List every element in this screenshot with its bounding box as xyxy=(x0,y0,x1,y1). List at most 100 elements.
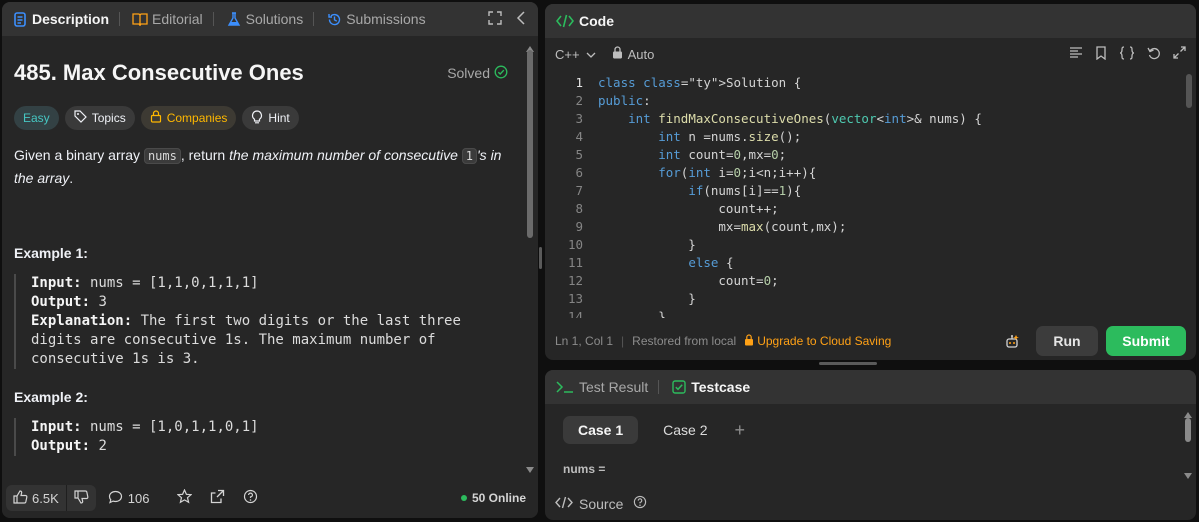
code-editor[interactable]: 1 class class="ty">Solution {2 public: 3 in… xyxy=(545,74,1180,318)
line-number: 7 xyxy=(575,183,583,198)
tab-testcase[interactable]: Testcase xyxy=(661,370,754,404)
dislike-button[interactable] xyxy=(67,485,96,511)
comment-count: 106 xyxy=(127,490,150,506)
statement-italic: the maximum number of consecutive xyxy=(229,147,462,163)
example-2-block: Input: nums = [1,0,1,1,0,1] Output: 2 xyxy=(14,418,514,456)
code-line[interactable]: 6 for(int i=0;i<n;i++){ xyxy=(545,164,1180,182)
code-text[interactable]: int n =nums.size(); xyxy=(583,128,801,146)
scroll-thumb[interactable] xyxy=(1186,74,1192,108)
share-button[interactable] xyxy=(210,489,225,507)
editor-scrollbar[interactable] xyxy=(1184,74,1194,318)
tab-code[interactable]: Code xyxy=(545,4,618,38)
tag-icon xyxy=(74,110,87,126)
tab-editorial-label: Editorial xyxy=(152,11,203,27)
code-line[interactable]: 4 int n =nums.size(); xyxy=(545,128,1180,146)
language-value: C++ xyxy=(555,46,580,62)
bookmark-icon[interactable] xyxy=(1095,45,1107,63)
code-text[interactable]: count++; xyxy=(583,200,778,218)
upgrade-link[interactable]: Upgrade to Cloud Saving xyxy=(744,333,891,349)
description-scrollbar[interactable] xyxy=(524,38,536,478)
tab-editorial[interactable]: Editorial xyxy=(122,2,207,36)
question-circle-icon[interactable] xyxy=(633,495,647,512)
code-text[interactable]: count=0; xyxy=(583,272,778,290)
code-line[interactable]: 1 class class="ty">Solution { xyxy=(545,74,1180,92)
code-text[interactable]: } xyxy=(583,308,666,318)
restore-status: Restored from local xyxy=(632,334,737,348)
solved-status: Solved xyxy=(447,65,514,82)
code-text[interactable]: mx=max(count,mx); xyxy=(583,218,846,236)
code-line[interactable]: 2 public: xyxy=(545,92,1180,110)
problem-statement: Given a binary array nums, return the ma… xyxy=(14,144,514,189)
run-button[interactable]: Run xyxy=(1036,326,1098,356)
vertical-resize-handle[interactable] xyxy=(539,247,542,269)
code-text[interactable]: public: xyxy=(583,92,651,110)
line-number: 14 xyxy=(567,309,583,318)
submit-button[interactable]: Submit xyxy=(1106,326,1186,356)
comments-button[interactable]: 106 xyxy=(108,490,150,507)
lightbulb-icon xyxy=(251,109,263,127)
editor-toolbar: C++ Auto xyxy=(545,38,1196,70)
line-number: 8 xyxy=(575,201,583,216)
vote-group: 6.5K xyxy=(6,485,96,511)
code-text[interactable]: for(int i=0;i<n;i++){ xyxy=(583,164,816,182)
hint-tag[interactable]: Hint xyxy=(242,106,299,130)
tab-solutions[interactable]: Solutions xyxy=(216,2,308,36)
braces-icon[interactable] xyxy=(1119,45,1135,63)
code-line[interactable]: 9 mx=max(count,mx); xyxy=(545,218,1180,236)
code-text[interactable]: } xyxy=(583,236,696,254)
help-button[interactable] xyxy=(243,489,258,507)
output-label: Output: xyxy=(31,438,91,454)
expand-icon[interactable] xyxy=(488,10,502,28)
scroll-down-arrow[interactable] xyxy=(526,461,534,476)
tab-description[interactable]: Description xyxy=(2,2,113,36)
description-footer: 6.5K 106 50 Online xyxy=(2,478,538,518)
code-text[interactable]: int count=0,mx=0; xyxy=(583,146,786,164)
source-toggle[interactable]: Source xyxy=(579,496,623,512)
maximize-icon[interactable] xyxy=(1173,46,1186,62)
tab-submissions[interactable]: Submissions xyxy=(316,2,429,36)
format-icon[interactable] xyxy=(1069,46,1083,62)
description-panel: Description Editorial Solutions Submissi… xyxy=(2,2,538,518)
companies-tag[interactable]: Companies xyxy=(140,106,237,130)
collapse-left-icon[interactable] xyxy=(516,10,526,28)
like-button[interactable]: 6.5K xyxy=(6,485,66,511)
example-input: nums = [1,0,1,1,0,1] xyxy=(81,419,259,435)
code-text[interactable]: class class="ty">Solution { xyxy=(583,74,801,92)
code-line[interactable]: 3 int findMaxConsecutiveOnes(vector<int>… xyxy=(545,110,1180,128)
auto-mode[interactable]: Auto xyxy=(612,46,654,62)
code-line[interactable]: 13 } xyxy=(545,290,1180,308)
code-text[interactable]: } xyxy=(583,290,696,308)
favorite-button[interactable] xyxy=(176,488,193,507)
code-text[interactable]: int findMaxConsecutiveOnes(vector<int>& … xyxy=(583,110,982,128)
code-line[interactable]: 7 if(nums[i]==1){ xyxy=(545,182,1180,200)
robot-icon[interactable] xyxy=(1004,334,1020,353)
solved-label: Solved xyxy=(447,65,490,81)
code-line[interactable]: 14 } xyxy=(545,308,1180,318)
case-tab[interactable]: Case 1 xyxy=(563,416,639,444)
code-line[interactable]: 11 else { xyxy=(545,254,1180,272)
question-circle-icon xyxy=(243,489,258,507)
code-line[interactable]: 10 } xyxy=(545,236,1180,254)
tab-submissions-label: Submissions xyxy=(346,11,426,27)
case-tab[interactable]: Case 2 xyxy=(648,416,722,444)
testcase-scrollbar[interactable] xyxy=(1182,406,1194,482)
topics-tag[interactable]: Topics xyxy=(64,106,135,130)
example-1-title: Example 1: xyxy=(14,245,88,261)
code-line[interactable]: 8 count++; xyxy=(545,200,1180,218)
horizontal-resize-handle[interactable] xyxy=(819,362,877,365)
scroll-down-arrow[interactable] xyxy=(1184,467,1192,482)
hint-label: Hint xyxy=(268,111,290,125)
problem-title[interactable]: 485. Max Consecutive Ones xyxy=(14,60,304,86)
language-select[interactable]: C++ xyxy=(555,47,596,62)
explanation-label: Explanation: xyxy=(31,313,133,329)
code-line[interactable]: 5 int count=0,mx=0; xyxy=(545,146,1180,164)
code-text[interactable]: if(nums[i]==1){ xyxy=(583,182,801,200)
code-text[interactable]: else { xyxy=(583,254,733,272)
scroll-thumb[interactable] xyxy=(1185,418,1191,442)
line-number: 9 xyxy=(575,219,583,234)
reset-icon[interactable] xyxy=(1147,46,1161,63)
scroll-thumb[interactable] xyxy=(527,50,533,238)
add-case-icon[interactable]: + xyxy=(735,420,746,441)
code-line[interactable]: 12 count=0; xyxy=(545,272,1180,290)
tab-test-result[interactable]: Test Result xyxy=(545,370,652,404)
